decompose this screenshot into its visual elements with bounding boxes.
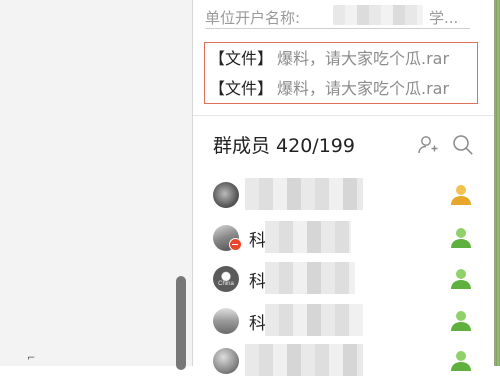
member-role-icon (449, 225, 473, 249)
group-info-panel: 单位开户名称: 学... 【文件】 爆料，请大家吃个瓜.rar 【文件】 爆料，请大… (193, 0, 494, 376)
muted-badge-icon (229, 238, 242, 251)
member-row[interactable] (193, 344, 494, 384)
masked-name (265, 304, 363, 336)
chat-area: ⌐ (0, 0, 192, 370)
member-name: 科 (249, 231, 266, 251)
masked-text (333, 5, 423, 25)
add-member-icon[interactable] (416, 133, 440, 157)
avatar: China (213, 266, 239, 292)
member-role-icon (449, 266, 473, 290)
masked-name (245, 178, 363, 210)
search-icon[interactable] (451, 133, 475, 157)
notice-divider (205, 28, 470, 29)
section-divider (193, 115, 494, 116)
avatar (213, 182, 239, 208)
member-name: 科 (249, 314, 266, 334)
masked-name (265, 221, 351, 253)
group-notice-label: 单位开户名称: (205, 9, 301, 27)
member-name: 科 (249, 272, 266, 292)
member-role-icon (449, 308, 473, 332)
members-title: 群成员 420/199 (213, 135, 355, 157)
avatar-label: China (218, 281, 234, 287)
scrollbar-thumb[interactable] (176, 276, 186, 370)
background-edge (494, 0, 500, 366)
file-item[interactable]: 【文件】 爆料，请大家吃个瓜.rar (209, 76, 449, 102)
file-tag: 【文件】 (209, 49, 274, 68)
file-item[interactable]: 【文件】 爆料，请大家吃个瓜.rar (209, 46, 449, 72)
file-name: 爆料，请大家吃个瓜.rar (277, 49, 450, 68)
masked-name (245, 344, 363, 376)
group-notice[interactable]: 单位开户名称: 学... (205, 3, 470, 29)
group-notice-suffix: 学... (429, 9, 459, 27)
masked-name (265, 262, 355, 294)
avatar (213, 348, 239, 374)
member-row[interactable]: China 科 (193, 262, 494, 302)
file-tag: 【文件】 (209, 79, 274, 98)
cursor-glyph: ⌐ (27, 353, 36, 364)
member-row[interactable]: 科 (193, 304, 494, 344)
member-role-icon (449, 348, 473, 372)
file-name: 爆料，请大家吃个瓜.rar (277, 79, 450, 98)
avatar (213, 308, 239, 334)
owner-role-icon (449, 182, 473, 206)
member-row[interactable]: 科 (193, 221, 494, 261)
highlighted-files: 【文件】 爆料，请大家吃个瓜.rar 【文件】 爆料，请大家吃个瓜.rar (204, 42, 478, 104)
member-row[interactable] (193, 178, 494, 218)
